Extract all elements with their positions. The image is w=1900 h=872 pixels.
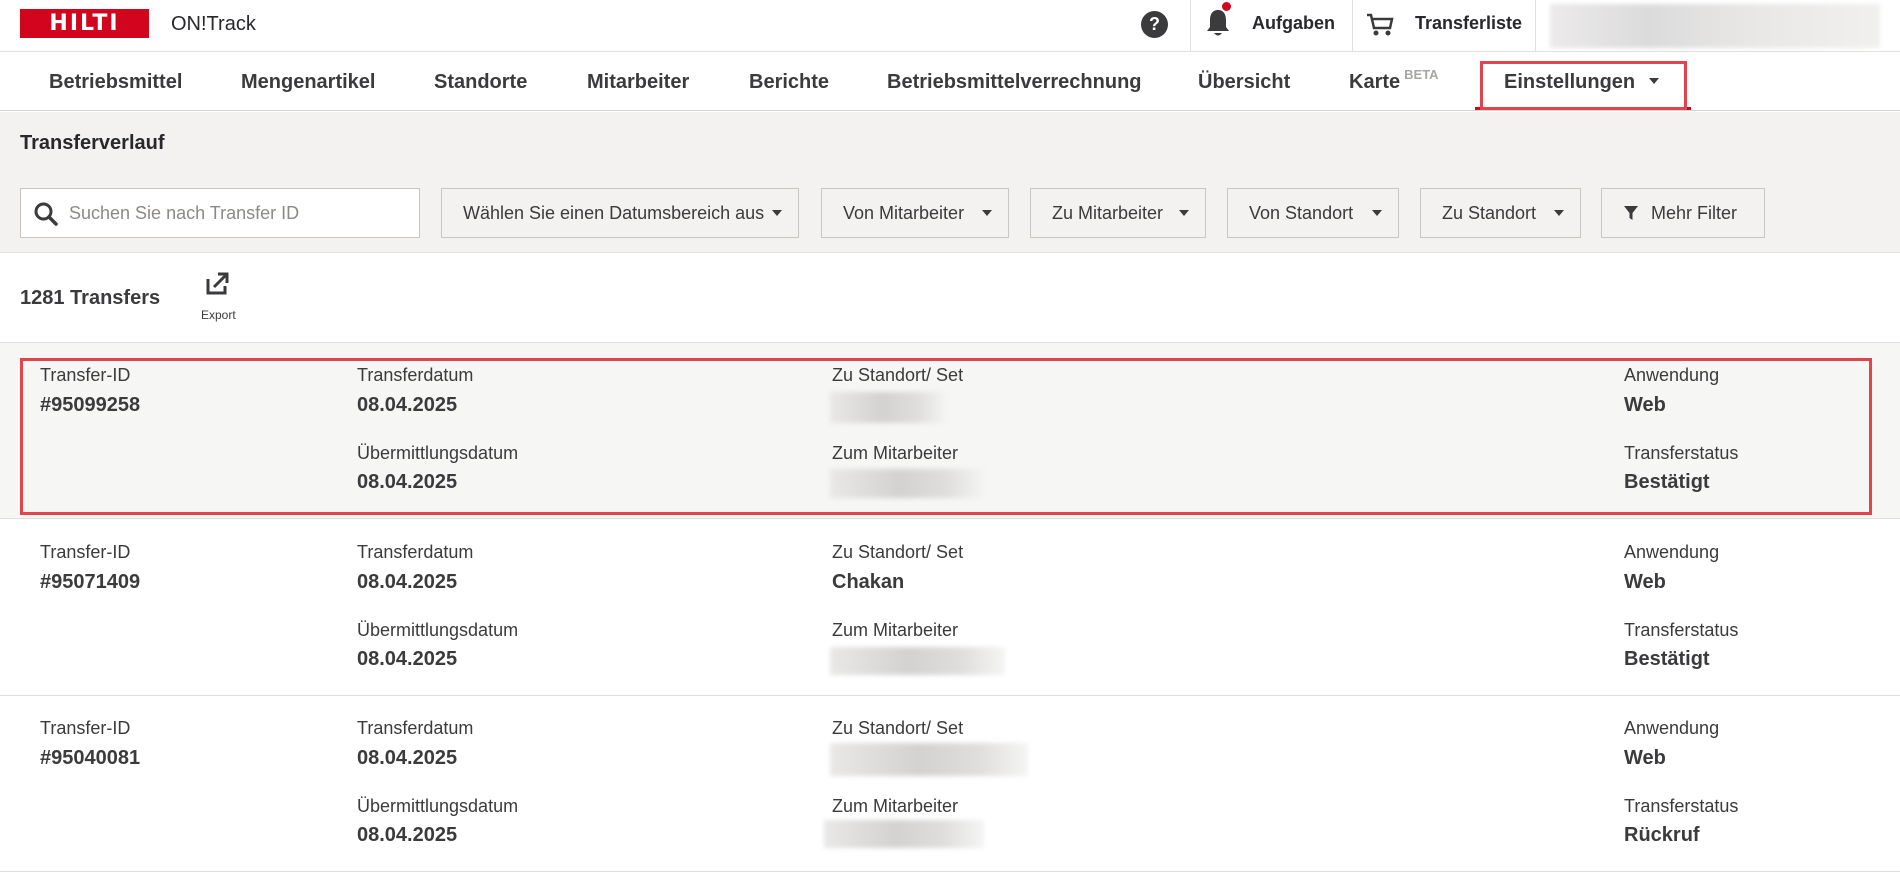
to-location-label: Zu Standort: [1442, 202, 1537, 223]
application-label: Anwendung: [1624, 718, 1720, 738]
from-employee-dropdown[interactable]: Von Mitarbeiter: [821, 188, 1009, 238]
transfer-date-label: Transferdatum: [357, 542, 474, 562]
from-location-dropdown[interactable]: Von Standort: [1227, 188, 1399, 238]
transfer-date: 08.04.2025: [357, 571, 458, 593]
table-row[interactable]: Transfer-ID #95040081 Transferdatum 08.0…: [0, 696, 1900, 872]
divider: [1535, 0, 1536, 52]
tasks-button[interactable]: Aufgaben: [1252, 13, 1335, 34]
table-row[interactable]: Transfer-ID #95071409 Transferdatum 08.0…: [0, 520, 1900, 696]
caret-down-icon: [1554, 210, 1564, 216]
redacted-employee: [824, 820, 984, 848]
to-location-label: Zu Standort/ Set: [832, 542, 964, 562]
transfer-date: 08.04.2025: [357, 747, 458, 769]
beta-badge: BETA: [1404, 67, 1439, 82]
submission-date-label: Übermittlungsdatum: [357, 620, 519, 640]
filter-section: Transferverlauf Wählen Sie einen Datumsb…: [0, 112, 1900, 253]
caret-down-icon: [1179, 210, 1189, 216]
divider: [1190, 0, 1191, 52]
transfer-id-label: Transfer-ID: [40, 718, 131, 738]
application-label: Anwendung: [1624, 542, 1720, 562]
nav-item-uebersicht[interactable]: Übersicht: [1198, 71, 1290, 94]
top-bar: HILTI ON!Track ? Aufgaben Transferliste: [0, 0, 1900, 52]
status-value: Bestätigt: [1624, 648, 1710, 670]
caret-down-icon: [772, 210, 782, 216]
hilti-logo[interactable]: HILTI: [20, 9, 149, 38]
page-title: Transferverlauf: [20, 132, 165, 154]
status-label: Transferstatus: [1624, 620, 1739, 640]
search-input[interactable]: [69, 189, 409, 237]
export-icon[interactable]: [205, 270, 231, 296]
transfer-count: 1281 Transfers: [20, 287, 161, 309]
submission-date-label: Übermittlungsdatum: [357, 796, 519, 816]
redacted-location: [830, 743, 1028, 776]
nav-item-betriebsmittelverrechnung[interactable]: Betriebsmittelverrechnung: [887, 71, 1142, 94]
transfer-id: #95071409: [40, 571, 141, 593]
divider: [1352, 0, 1353, 52]
transfer-date-label: Transferdatum: [357, 718, 474, 738]
more-filters-button[interactable]: Mehr Filter: [1601, 188, 1765, 238]
to-employee-label: Zu Mitarbeiter: [1052, 202, 1164, 223]
app-name: ON!Track: [171, 13, 256, 35]
notification-dot: [1222, 2, 1231, 11]
to-location-value: Chakan: [832, 571, 905, 593]
submission-date: 08.04.2025: [357, 648, 458, 670]
transfer-id: #95040081: [40, 747, 141, 769]
highlight-outline: [20, 358, 1872, 515]
nav-item-standorte[interactable]: Standorte: [434, 71, 527, 94]
nav-item-mengenartikel[interactable]: Mengenartikel: [241, 71, 375, 94]
filter-icon: [1624, 206, 1638, 220]
application-value: Web: [1624, 747, 1666, 769]
nav-item-berichte[interactable]: Berichte: [749, 71, 829, 94]
results-summary: 1281 Transfers Export: [0, 253, 1900, 343]
status-label: Transferstatus: [1624, 796, 1739, 816]
from-location-label: Von Standort: [1249, 202, 1354, 223]
search-icon: [34, 202, 58, 226]
cart-icon[interactable]: [1366, 11, 1394, 37]
to-employee-dropdown[interactable]: Zu Mitarbeiter: [1030, 188, 1206, 238]
to-employee-label: Zum Mitarbeiter: [832, 796, 959, 816]
to-location-label: Zu Standort/ Set: [832, 718, 964, 738]
bell-icon[interactable]: [1205, 8, 1231, 38]
caret-down-icon: [1372, 210, 1382, 216]
caret-down-icon: [982, 210, 992, 216]
date-range-dropdown[interactable]: Wählen Sie einen Datumsbereich aus: [441, 188, 799, 238]
nav-item-betriebsmittel[interactable]: Betriebsmittel: [49, 71, 182, 94]
highlight-outline: [1480, 61, 1687, 110]
status-value: Rückruf: [1624, 824, 1700, 846]
transfer-list-button[interactable]: Transferliste: [1415, 13, 1522, 34]
from-employee-label: Von Mitarbeiter: [843, 202, 965, 223]
help-icon[interactable]: ?: [1141, 11, 1168, 38]
nav-item-karte[interactable]: Karte BETA: [1349, 67, 1439, 94]
to-location-dropdown[interactable]: Zu Standort: [1420, 188, 1581, 238]
export-label[interactable]: Export: [201, 308, 236, 322]
more-filters-label: Mehr Filter: [1651, 202, 1738, 223]
submission-date: 08.04.2025: [357, 824, 458, 846]
nav-item-karte-label: Karte: [1349, 71, 1401, 93]
user-account-area[interactable]: [1550, 4, 1880, 48]
date-range-label: Wählen Sie einen Datumsbereich aus: [463, 202, 765, 223]
logo-text: HILTI: [49, 11, 120, 36]
transfer-id-label: Transfer-ID: [40, 542, 131, 562]
to-employee-label: Zum Mitarbeiter: [832, 620, 959, 640]
application-value: Web: [1624, 571, 1666, 593]
search-box[interactable]: [20, 188, 420, 238]
nav-item-mitarbeiter[interactable]: Mitarbeiter: [587, 71, 689, 94]
redacted-employee: [830, 647, 1005, 675]
